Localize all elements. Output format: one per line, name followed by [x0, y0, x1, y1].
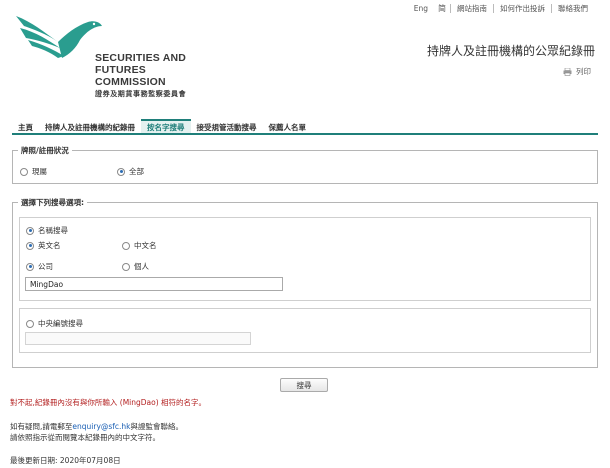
printer-icon [563, 67, 572, 76]
status-legend: 牌照/註冊狀況 [21, 146, 69, 155]
individual-radio[interactable]: 個人 [122, 261, 149, 272]
radio-circle [122, 262, 130, 271]
logo-text: SECURITIES AND FUTURES COMMISSION 證券及期貨事… [95, 52, 214, 99]
radio-label: 個人 [134, 262, 149, 271]
tab-sponsor-list[interactable]: 保薦人名單 [263, 119, 313, 133]
last-updated: 最後更新日期: 2020年07月08日 [10, 456, 121, 465]
radio-label: 公司 [38, 262, 53, 271]
logo-english-name: SECURITIES AND FUTURES COMMISSION [95, 52, 187, 88]
search-button[interactable]: 搜尋 [280, 378, 328, 392]
tab-home[interactable]: 主頁 [12, 119, 39, 133]
radio-circle [20, 167, 28, 176]
complaint-link[interactable]: 如何作出投訴 [494, 3, 551, 14]
ce-number-search-radio[interactable]: 中央編號搜尋 [26, 318, 83, 329]
radio-label: 現屬 [32, 167, 47, 176]
tab-name-search[interactable]: 按名字搜尋 [141, 119, 191, 133]
tab-activity-search[interactable]: 接受規管活動搜尋 [191, 119, 263, 133]
help-line-contact: 如有疑問,請電郵至enquiry@sfc.hk與證監會聯絡。 [10, 421, 183, 432]
help-prefix: 如有疑問,請電郵至 [10, 422, 73, 431]
bird-logo-icon [16, 16, 102, 58]
status-current-radio[interactable]: 現屬 [20, 166, 47, 177]
tab-register[interactable]: 持牌人及註冊機構的紀錄冊 [39, 119, 141, 133]
lang-en-link[interactable]: Eng [408, 4, 434, 13]
status-all-radio[interactable]: 全部 [117, 166, 144, 177]
chinese-name-radio[interactable]: 中文名 [122, 240, 157, 251]
nav-tabs: 主頁 持牌人及註冊機構的紀錄冊 按名字搜尋 接受規管活動搜尋 保薦人名單 [12, 119, 598, 135]
search-options-legend: 選擇下列搜尋選項: [21, 198, 84, 207]
english-name-radio[interactable]: 英文名 [26, 240, 61, 251]
help-suffix: 與證監會聯絡。 [130, 422, 184, 431]
top-links: Eng 简 網站指南 如何作出投訴 聯絡我們 [408, 3, 594, 14]
radio-circle [122, 241, 130, 250]
radio-label: 中文名 [134, 241, 157, 250]
radio-circle [26, 241, 34, 250]
radio-circle [26, 226, 34, 235]
enquiry-email-link[interactable]: enquiry@sfc.hk [72, 422, 130, 431]
radio-label: 名稱搜尋 [38, 226, 68, 235]
help-line-chinese: 請依照指示從而閱覽本紀錄冊內的中文字符。 [10, 433, 160, 442]
sfc-logo[interactable]: SECURITIES AND FUTURES COMMISSION 證券及期貨事… [14, 12, 214, 98]
contact-link[interactable]: 聯絡我們 [552, 3, 594, 14]
lang-zh-link[interactable]: 简 [434, 3, 450, 14]
name-search-radio[interactable]: 名稱搜尋 [26, 225, 68, 236]
status-fieldset: 牌照/註冊狀況 [12, 145, 598, 184]
ce-number-input[interactable] [25, 332, 251, 345]
radio-circle [26, 319, 34, 328]
ce-search-box [19, 308, 591, 353]
radio-circle [26, 262, 34, 271]
logo-chinese-name: 證券及期貨事務監察委員會 [95, 90, 187, 98]
radio-label: 中央編號搜尋 [38, 319, 83, 328]
company-radio[interactable]: 公司 [26, 261, 53, 272]
name-search-input[interactable]: MingDao [25, 277, 283, 291]
print-label: 列印 [576, 67, 591, 76]
radio-circle [117, 167, 125, 176]
sitemap-link[interactable]: 網站指南 [451, 3, 493, 14]
error-message: 對不起,紀錄冊內沒有與你所輸入 (MingDao) 相符的名字。 [10, 398, 207, 407]
print-button[interactable]: 列印 [563, 66, 591, 77]
radio-label: 英文名 [38, 241, 61, 250]
radio-label: 全部 [129, 167, 144, 176]
page-title: 持牌人及註冊機構的公眾紀錄冊 [426, 44, 595, 58]
